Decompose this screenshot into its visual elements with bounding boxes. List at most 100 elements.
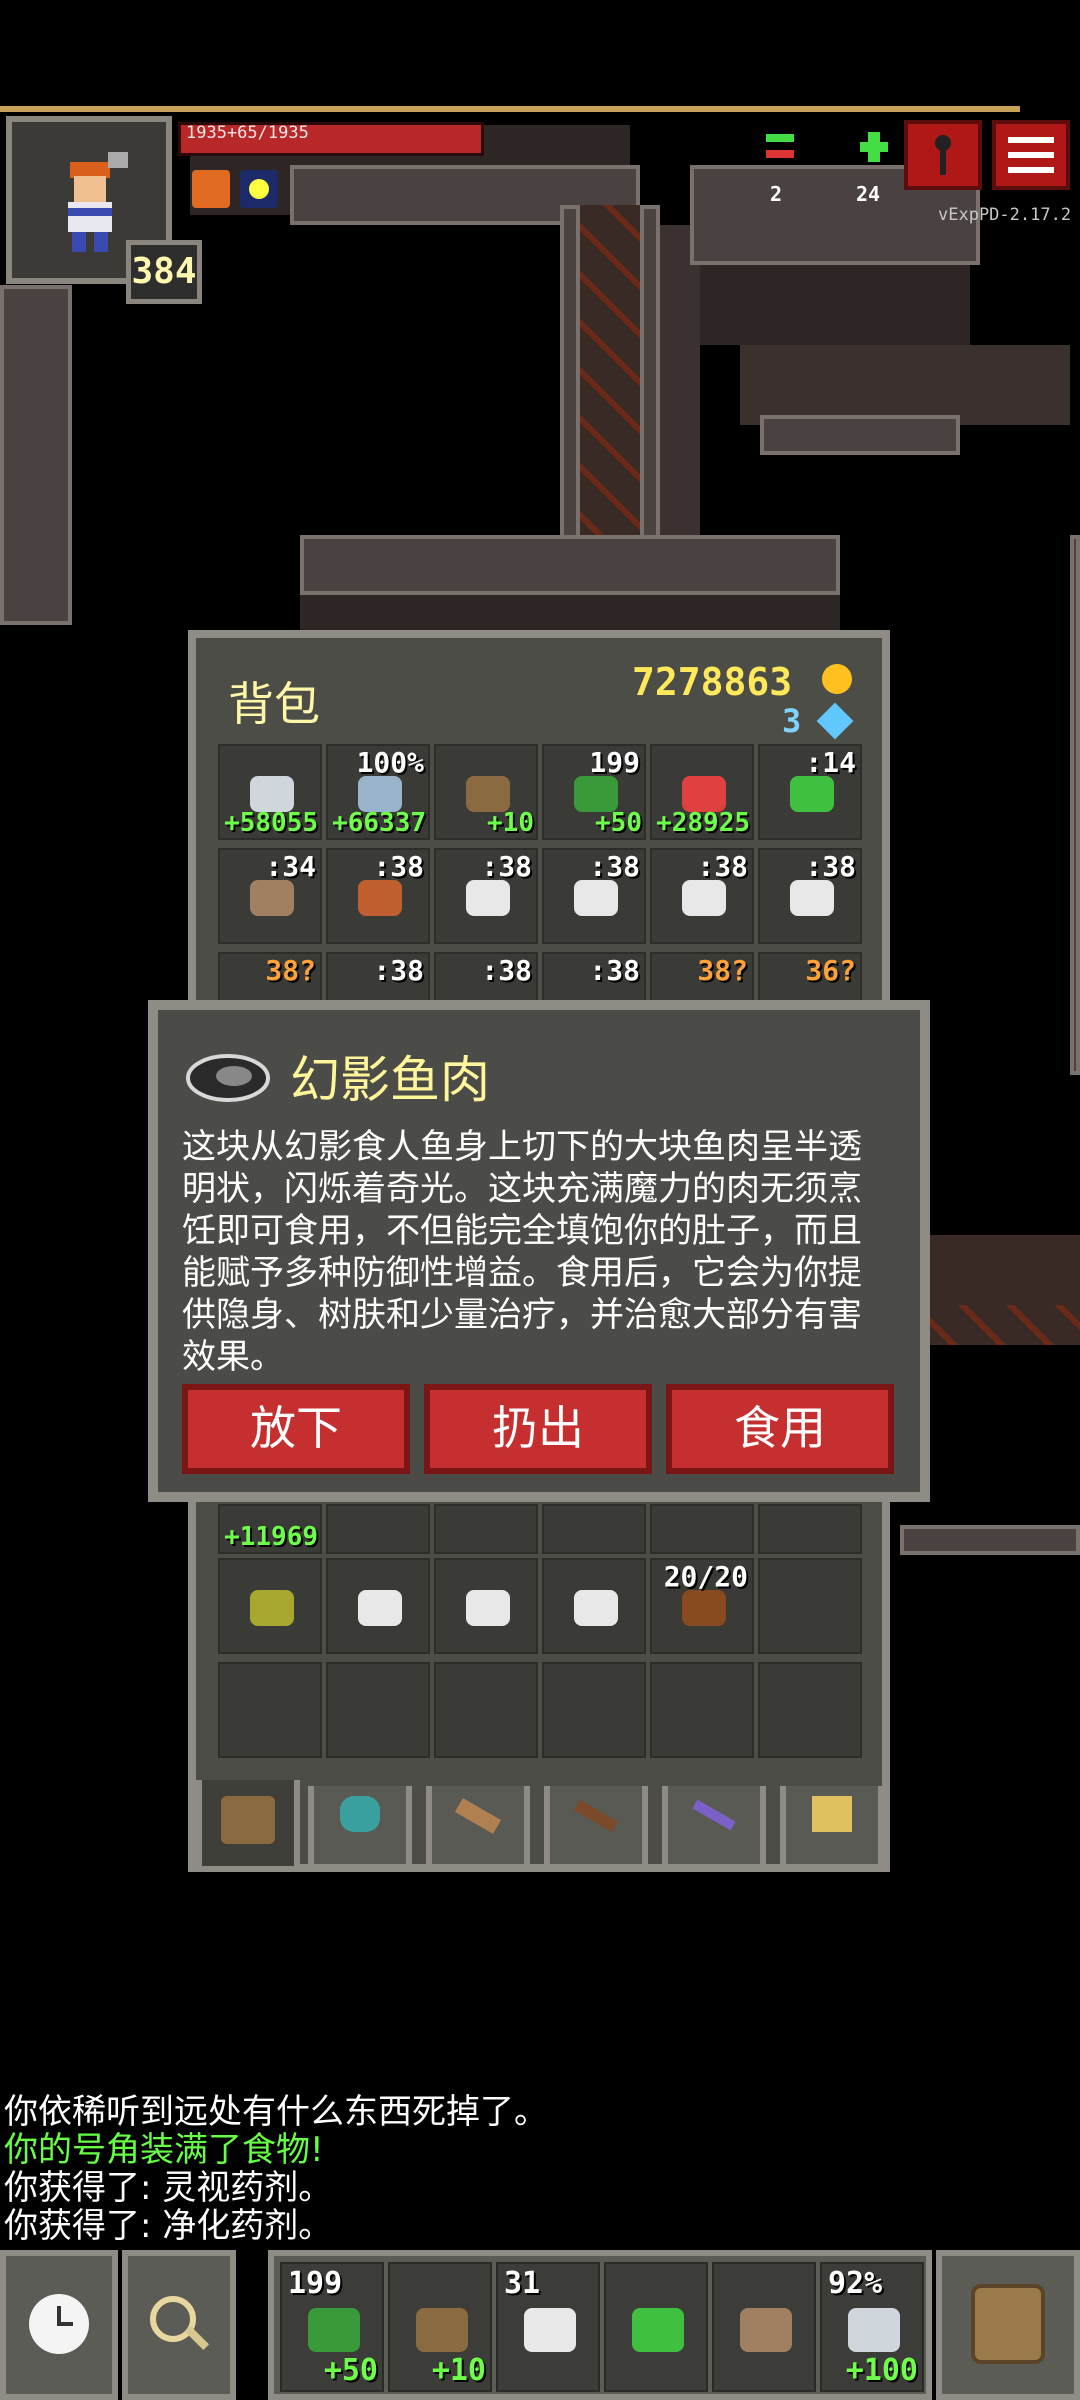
search-icon bbox=[144, 2290, 214, 2360]
sword-icon bbox=[848, 2308, 900, 2352]
tab-wand-holster[interactable] bbox=[662, 1786, 766, 1870]
wand-icon bbox=[632, 2308, 684, 2352]
slot-upgrade-label: +28925 bbox=[656, 808, 750, 838]
inventory-slot[interactable] bbox=[542, 1662, 646, 1758]
quickslot-top-label: 92% bbox=[828, 2266, 883, 2301]
inventory-slot[interactable]: +28925 bbox=[650, 744, 754, 840]
inventory-slot[interactable] bbox=[650, 1504, 754, 1554]
slot-top-label: :38 bbox=[373, 954, 424, 987]
version-label: vExpPD-2.17.2 bbox=[938, 205, 1072, 225]
slot-top-label: 199 bbox=[589, 746, 640, 779]
inventory-slot[interactable] bbox=[434, 1558, 538, 1654]
dialog-title: 幻影鱼肉 bbox=[290, 1051, 490, 1109]
quickslot-6[interactable]: 92% +100 bbox=[820, 2262, 924, 2392]
inventory-slot[interactable]: :38 bbox=[326, 848, 430, 944]
slot-top-label: :34 bbox=[265, 850, 316, 883]
search-button[interactable] bbox=[122, 2250, 236, 2400]
tab-chest[interactable] bbox=[780, 1786, 884, 1870]
inventory-slot[interactable]: +10 bbox=[434, 744, 538, 840]
catalog-icon[interactable] bbox=[854, 128, 890, 168]
slot-upgrade-label: +66337 bbox=[332, 808, 426, 838]
slot-upgrade-label: +50 bbox=[595, 808, 642, 838]
quickslot-5[interactable] bbox=[712, 2262, 816, 2392]
seed-pouch-icon bbox=[250, 1590, 294, 1626]
inventory-slot[interactable]: :38 bbox=[434, 848, 538, 944]
slot-top-label: :38 bbox=[589, 954, 640, 987]
wait-button[interactable] bbox=[0, 2250, 118, 2400]
buff-icon-orange[interactable] bbox=[192, 170, 230, 208]
slot-top-label: :14 bbox=[805, 746, 856, 779]
quickslot-4[interactable] bbox=[604, 2262, 708, 2392]
inventory-slot[interactable] bbox=[434, 1662, 538, 1758]
slot-unknown-label: 38? bbox=[265, 954, 316, 987]
slot-upgrade-label: +11969 bbox=[224, 1522, 318, 1552]
inventory-slot[interactable] bbox=[218, 1558, 322, 1654]
slot-top-label: 100% bbox=[356, 746, 424, 779]
chain-whip-icon bbox=[574, 776, 618, 812]
tab-backpack[interactable] bbox=[196, 1780, 300, 1872]
inventory-slot[interactable]: 100% +66337 bbox=[326, 744, 430, 840]
drop-button[interactable]: 放下 bbox=[182, 1384, 410, 1474]
quickslot-1[interactable]: 199 +50 bbox=[280, 2262, 384, 2392]
inventory-slot[interactable]: :38 bbox=[650, 848, 754, 944]
inventory-slot[interactable]: :38 bbox=[542, 848, 646, 944]
slot-top-label: :38 bbox=[589, 850, 640, 883]
hp-text: 1935+65/1935 bbox=[186, 123, 309, 143]
quickslot-upgrade-label: +10 bbox=[431, 2353, 486, 2388]
menu-button[interactable] bbox=[992, 120, 1070, 190]
inventory-slot[interactable] bbox=[326, 1558, 430, 1654]
potion-icon bbox=[574, 880, 618, 916]
inventory-slot[interactable]: 20/20 bbox=[650, 1558, 754, 1654]
inventory-slot[interactable] bbox=[542, 1504, 646, 1554]
fish-meat-icon bbox=[182, 1046, 272, 1106]
slot-unknown-label: 36? bbox=[805, 954, 856, 987]
inventory-slot[interactable]: :14 bbox=[758, 744, 862, 840]
inventory-slot[interactable] bbox=[758, 1504, 862, 1554]
quickslot-top-label: 31 bbox=[504, 2266, 541, 2301]
inventory-slot[interactable]: 199 +50 bbox=[542, 744, 646, 840]
chain-whip-icon bbox=[308, 2308, 360, 2352]
throw-button[interactable]: 扔出 bbox=[424, 1384, 652, 1474]
tab-potion-bandolier[interactable] bbox=[544, 1786, 648, 1870]
inventory-slot[interactable]: +11969 bbox=[218, 1504, 322, 1554]
potion-icon bbox=[466, 880, 510, 916]
inventory-slot[interactable] bbox=[650, 1662, 754, 1758]
catalog-count: 24 bbox=[856, 182, 881, 206]
inventory-slot[interactable] bbox=[326, 1662, 430, 1758]
inventory-slot[interactable]: +58055 bbox=[218, 744, 322, 840]
chest-icon bbox=[812, 1796, 852, 1832]
inventory-slot[interactable] bbox=[434, 1504, 538, 1554]
inventory-slot[interactable] bbox=[218, 1662, 322, 1758]
slot-top-label: :38 bbox=[805, 850, 856, 883]
inventory-slot[interactable]: :38 bbox=[758, 848, 862, 944]
inventory-slot[interactable]: :34 bbox=[218, 848, 322, 944]
backpack-icon bbox=[971, 2284, 1045, 2364]
key-button[interactable] bbox=[904, 120, 982, 190]
quickslot-2[interactable]: +10 bbox=[388, 2262, 492, 2392]
inventory-slot[interactable] bbox=[326, 1504, 430, 1554]
inventory-slot[interactable] bbox=[542, 1558, 646, 1654]
quickslot-3[interactable]: 31 bbox=[496, 2262, 600, 2392]
slot-top-label: :38 bbox=[373, 850, 424, 883]
journal-icon[interactable] bbox=[762, 128, 798, 168]
pickaxe-icon bbox=[250, 880, 294, 916]
clock-icon bbox=[29, 2294, 89, 2354]
ring-icon bbox=[682, 776, 726, 812]
inventory-title: 背包 bbox=[228, 677, 320, 731]
slot-top-label: :38 bbox=[697, 850, 748, 883]
inventory-slot[interactable] bbox=[758, 1558, 862, 1654]
gold-icon bbox=[822, 664, 852, 694]
backpack-button[interactable] bbox=[936, 2250, 1080, 2400]
spellbook-icon bbox=[416, 2308, 468, 2352]
eat-button[interactable]: 食用 bbox=[666, 1384, 894, 1474]
slot-unknown-label: 38? bbox=[697, 954, 748, 987]
tab-seed-pouch[interactable] bbox=[308, 1786, 412, 1870]
slot-top-label: :38 bbox=[481, 954, 532, 987]
buff-icon-light[interactable] bbox=[240, 170, 278, 208]
inventory-slot[interactable] bbox=[758, 1662, 862, 1758]
tab-scroll-holder[interactable] bbox=[426, 1786, 530, 1870]
quickslot-upgrade-label: +100 bbox=[845, 2353, 918, 2388]
slot-top-label: 20/20 bbox=[663, 1560, 748, 1593]
hero-level: 384 bbox=[126, 240, 202, 304]
fish-meat-icon bbox=[358, 1590, 402, 1626]
